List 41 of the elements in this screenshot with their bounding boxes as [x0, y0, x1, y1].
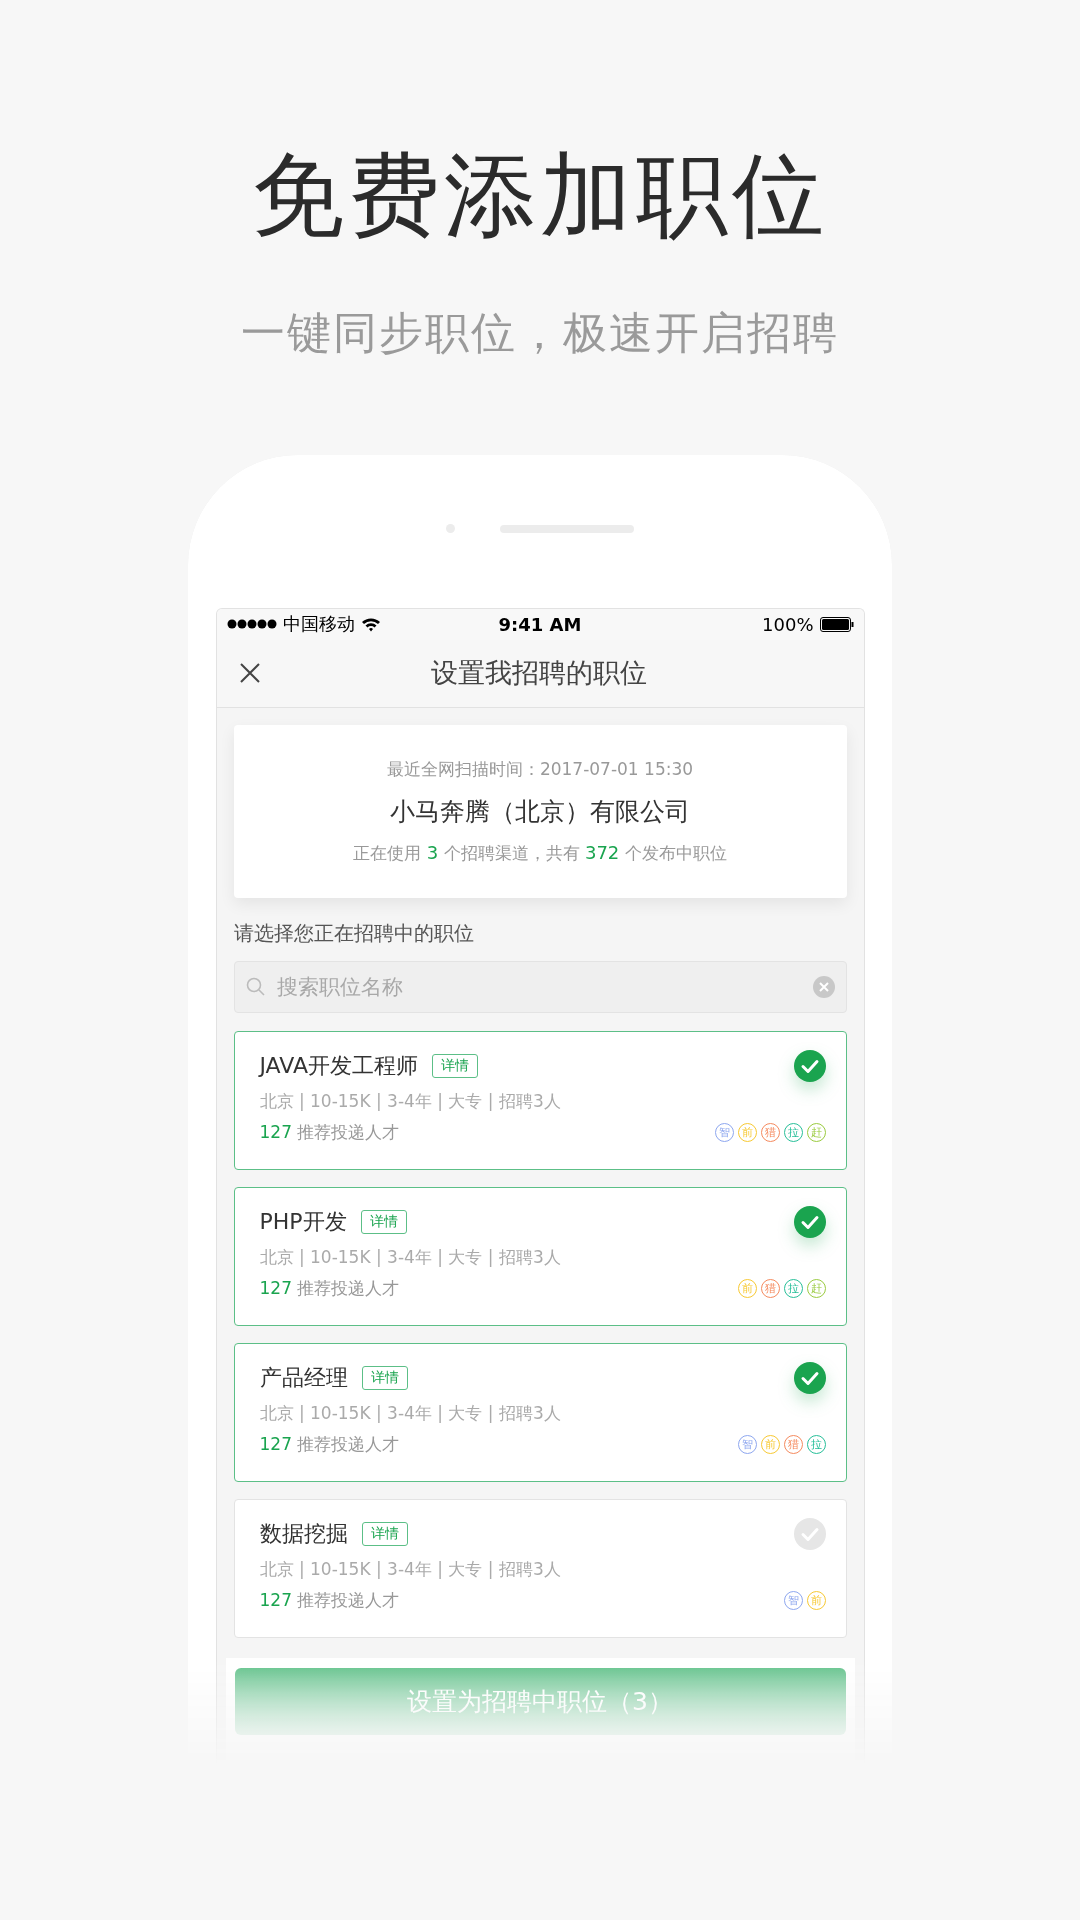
channel-stats: 正在使用 3 个招聘渠道，共有 372 个发布中职位 [353, 842, 727, 865]
job-meta: 北京 | 10-15K | 3-4年 | 大专 | 招聘3人 [259, 1402, 562, 1425]
page-heading: 免费添加职位 [252, 141, 828, 251]
wifi-icon [360, 616, 381, 632]
job-card[interactable]: 数据挖掘 详情 北京 | 10-15K | 3-4年 | 大专 | 招聘3人 127 推荐投递人才 智 前 [233, 1499, 847, 1638]
candidate-count: 127 推荐投递人才 [259, 1121, 400, 1144]
search-field[interactable]: 搜索职位名称 [233, 961, 847, 1013]
detail-button[interactable]: 详情 [361, 1522, 408, 1546]
check-icon[interactable] [793, 1518, 826, 1550]
job-meta: 北京 | 10-15K | 3-4年 | 大专 | 招聘3人 [259, 1558, 562, 1581]
detail-button[interactable]: 详情 [361, 1366, 408, 1390]
job-title: PHP开发 [259, 1208, 347, 1236]
signal-icon [226, 619, 277, 630]
scan-time: 最近全网扫描时间：2017-07-01 15:30 [386, 758, 694, 781]
job-title: JAVA开发工程师 [259, 1052, 418, 1080]
candidate-count: 127 推荐投递人才 [259, 1589, 400, 1612]
check-icon[interactable] [793, 1050, 826, 1082]
job-title: 数据挖掘 [259, 1520, 348, 1548]
job-title: 产品经理 [259, 1364, 348, 1392]
detail-button[interactable]: 详情 [360, 1210, 407, 1234]
battery-icon [819, 616, 854, 632]
page-subheading: 一键同步职位，极速开启招聘 [241, 306, 839, 360]
status-time: 9:41 AM [498, 613, 582, 635]
carrier-name: 中国移动 [282, 612, 355, 637]
job-meta: 北京 | 10-15K | 3-4年 | 大专 | 招聘3人 [259, 1246, 562, 1269]
check-icon[interactable] [793, 1206, 826, 1238]
nav-title: 设置我招聘的职位 [430, 656, 648, 691]
job-meta: 北京 | 10-15K | 3-4年 | 大专 | 招聘3人 [259, 1090, 562, 1113]
search-icon [245, 977, 266, 997]
job-card[interactable]: JAVA开发工程师 详情 北京 | 10-15K | 3-4年 | 大专 | 招聘3人 127 推荐投递人才 智 前 猎 拉 赶 [233, 1031, 847, 1170]
section-prompt: 请选择您正在招聘中的职位 [233, 920, 475, 947]
detail-button[interactable]: 详情 [431, 1054, 478, 1078]
close-icon[interactable] [238, 662, 261, 685]
candidate-count: 127 推荐投递人才 [259, 1277, 400, 1300]
battery-percent: 100% [762, 613, 814, 635]
check-icon[interactable] [793, 1362, 826, 1394]
job-card[interactable]: PHP开发 详情 北京 | 10-15K | 3-4年 | 大专 | 招聘3人 127 推荐投递人才 前 猎 拉 赶 [233, 1187, 847, 1326]
job-card[interactable]: 产品经理 详情 北京 | 10-15K | 3-4年 | 大专 | 招聘3人 127 推荐投递人才 智 前 猎 拉 [233, 1343, 847, 1482]
company-name: 小马奔腾（北京）有限公司 [390, 796, 690, 828]
clear-icon[interactable] [812, 976, 835, 998]
candidate-count: 127 推荐投递人才 [259, 1433, 400, 1456]
